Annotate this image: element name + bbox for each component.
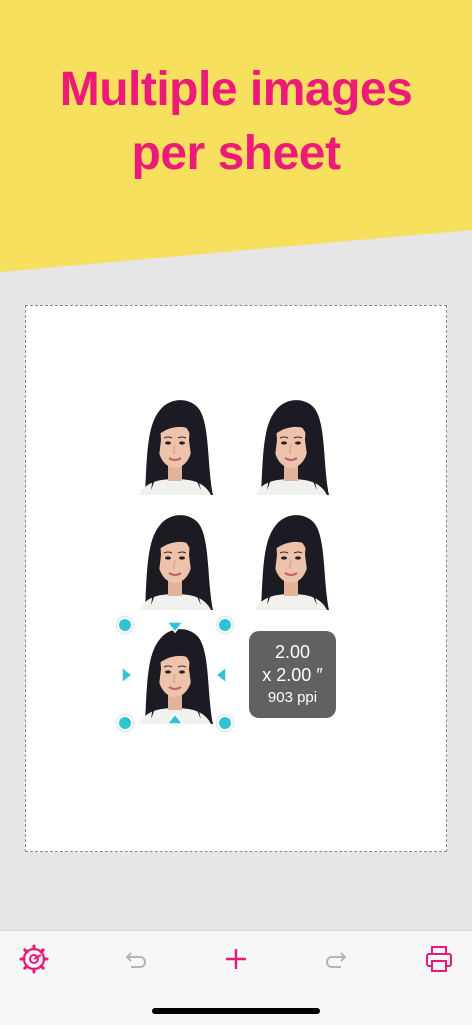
resize-handle-bottom-right[interactable]: [217, 715, 233, 731]
move-handle-top-icon[interactable]: [165, 620, 185, 634]
passport-photo-selected[interactable]: [125, 624, 225, 724]
undo-icon: [125, 952, 146, 968]
passport-photo-1[interactable]: [125, 395, 225, 495]
size-width-label: 2.00: [274, 641, 311, 662]
gear-icon: [19, 944, 49, 974]
printer-icon: [426, 946, 452, 972]
banner-title-line2: per sheet: [131, 127, 341, 180]
move-handle-bottom-icon[interactable]: [165, 712, 185, 726]
resize-handle-bottom-left[interactable]: [117, 715, 133, 731]
resolution-label: 903 ppi: [267, 688, 318, 706]
size-height-label: x 2.00 ″: [262, 664, 323, 685]
plus-icon: [226, 949, 246, 969]
resize-handle-top-left[interactable]: [117, 617, 133, 633]
passport-photo-3[interactable]: [125, 510, 225, 610]
redo-icon: [326, 952, 347, 968]
promo-banner: Multiple images per sheet: [0, 0, 472, 272]
move-handle-right-icon[interactable]: [214, 665, 228, 685]
print-sheet-canvas[interactable]: [25, 305, 447, 852]
banner-title: Multiple images per sheet: [0, 58, 472, 186]
resize-handle-top-right[interactable]: [217, 617, 233, 633]
banner-title-line1: Multiple images: [59, 63, 413, 116]
passport-photo-4[interactable]: [241, 510, 341, 610]
passport-photo-2[interactable]: [241, 395, 341, 495]
home-indicator: [152, 1008, 320, 1014]
settings-button[interactable]: [16, 941, 52, 977]
move-handle-left-icon[interactable]: [120, 665, 134, 685]
print-button[interactable]: [421, 941, 457, 977]
undo-button[interactable]: [118, 941, 154, 977]
size-info-badge: 2.00 x 2.00 ″ 903 ppi: [249, 631, 336, 718]
add-image-button[interactable]: [218, 941, 254, 977]
redo-button[interactable]: [318, 941, 354, 977]
